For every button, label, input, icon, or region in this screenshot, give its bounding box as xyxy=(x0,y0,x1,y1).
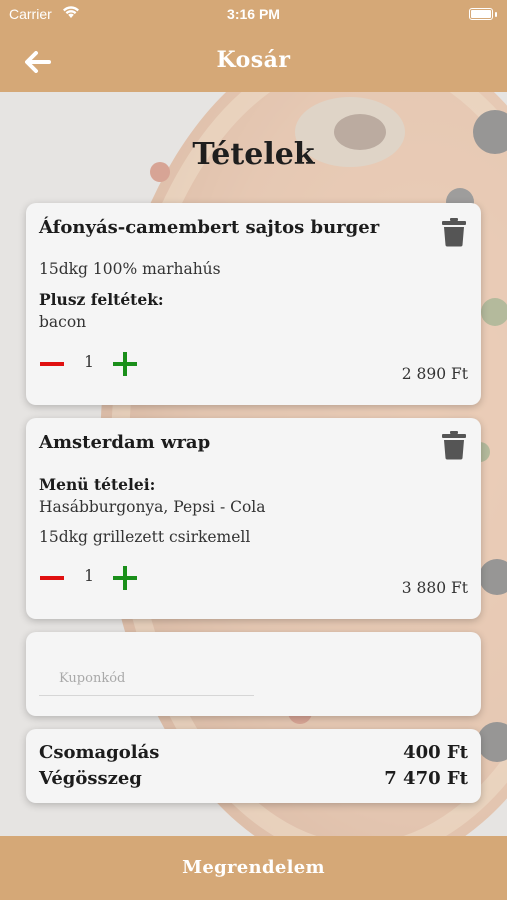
increase-quantity-button[interactable] xyxy=(112,351,138,377)
item-name: Amsterdam wrap xyxy=(39,432,211,453)
minus-icon xyxy=(40,362,64,366)
item-name: Áfonyás-camembert sajtos burger xyxy=(39,217,380,238)
page-title: Kosár xyxy=(216,47,291,73)
packaging-label: Csomagolás xyxy=(39,742,160,763)
cart-item-card: Áfonyás-camembert sajtos burger 15dkg 10… xyxy=(26,203,481,405)
decrease-quantity-button[interactable] xyxy=(39,565,65,591)
menu-items: Hasábburgonya, Pepsi - Cola xyxy=(39,498,266,516)
total-value: 7 470 Ft xyxy=(384,768,468,789)
battery-tip xyxy=(495,12,497,17)
total-label: Végösszeg xyxy=(39,768,142,789)
item-description: 15dkg 100% marhahús xyxy=(39,260,221,278)
decrease-quantity-button[interactable] xyxy=(39,351,65,377)
coupon-input[interactable] xyxy=(39,662,254,696)
plus-icon xyxy=(113,566,137,590)
item-price: 3 880 Ft xyxy=(401,579,468,597)
packaging-value: 400 Ft xyxy=(403,742,468,763)
trash-icon xyxy=(442,218,466,247)
minus-icon xyxy=(40,576,64,580)
cart-item-card: Amsterdam wrap Menü tételei: Hasábburgon… xyxy=(26,418,481,619)
extras-label: Plusz feltétek: xyxy=(39,290,164,309)
item-price: 2 890 Ft xyxy=(401,365,468,383)
status-bar: Carrier 3:16 PM xyxy=(0,0,507,28)
coupon-card xyxy=(26,632,481,716)
increase-quantity-button[interactable] xyxy=(112,565,138,591)
trash-icon xyxy=(442,431,466,460)
quantity-value: 1 xyxy=(84,353,94,371)
menu-label: Menü tételei: xyxy=(39,475,156,494)
clock: 3:16 PM xyxy=(227,6,280,22)
section-title: Tételek xyxy=(192,137,315,172)
order-button[interactable]: Megrendelem xyxy=(0,836,507,900)
summary-card: Csomagolás 400 Ft Végösszeg 7 470 Ft xyxy=(26,729,481,803)
delete-item-button[interactable] xyxy=(441,430,467,460)
quantity-value: 1 xyxy=(84,567,94,585)
delete-item-button[interactable] xyxy=(441,217,467,247)
extras-value: bacon xyxy=(39,313,87,331)
item-description: 15dkg grillezett csirkemell xyxy=(39,528,251,546)
app-header: Carrier 3:16 PM Kosár xyxy=(0,0,507,92)
plus-icon xyxy=(113,352,137,376)
battery-icon xyxy=(469,8,493,20)
order-button-label: Megrendelem xyxy=(182,856,325,878)
